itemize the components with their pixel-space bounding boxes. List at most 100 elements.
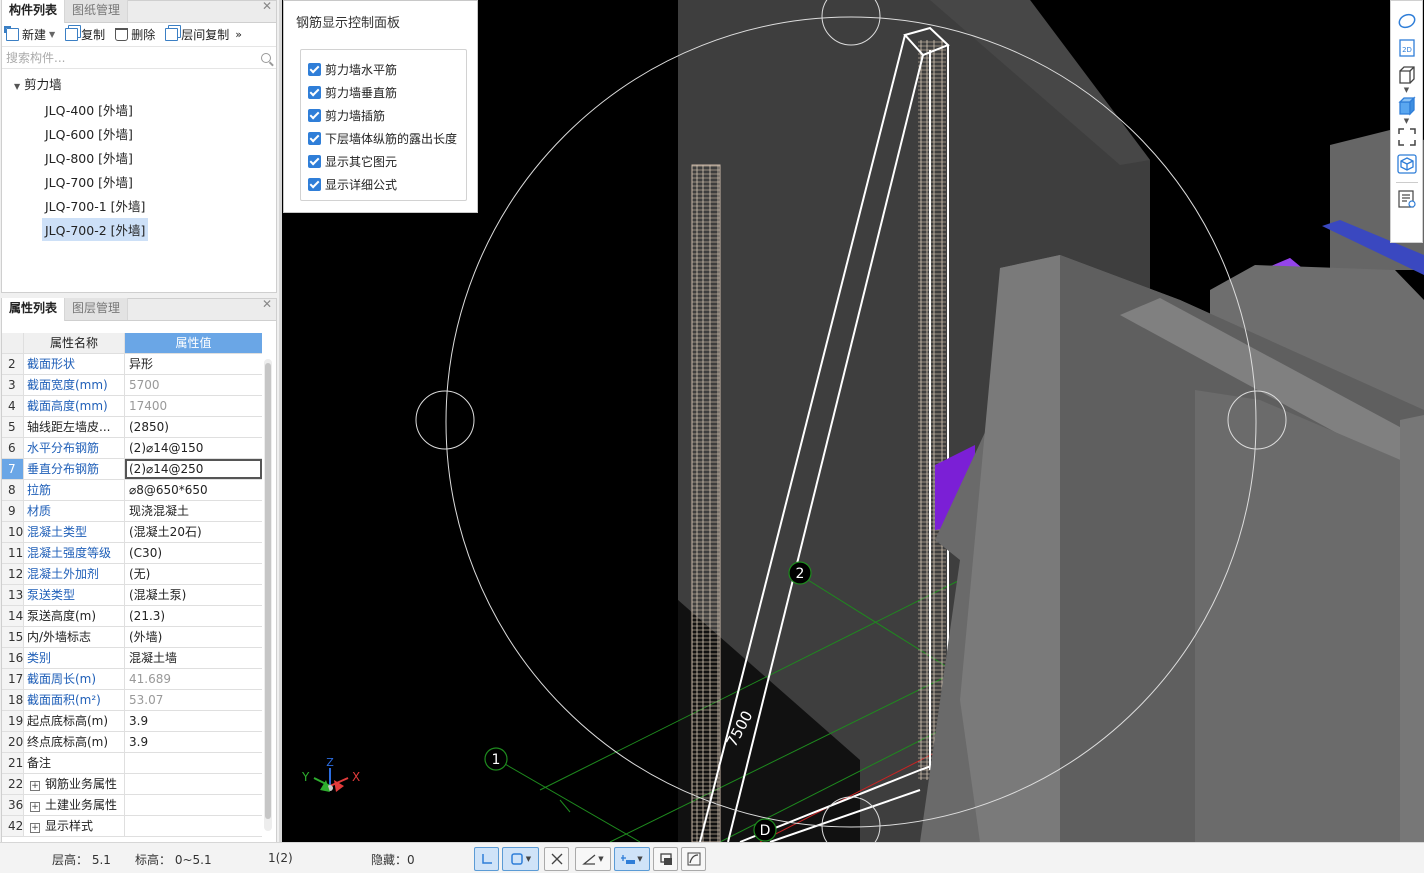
property-value[interactable]: 41.689 [125,669,262,689]
property-row[interactable]: 21 备注 [2,753,262,774]
new-button[interactable]: 新建 ▼ [4,26,55,43]
chevron-down-icon[interactable]: ▼ [1404,117,1409,125]
property-row[interactable]: 7 垂直分布钢筋 (2)⌀14@250 [2,459,262,480]
property-value[interactable]: 3.9 [125,732,262,752]
property-value[interactable]: (2)⌀14@150 [125,438,262,458]
property-value[interactable]: (混凝土泵) [125,585,262,605]
property-row[interactable]: 16 类别 混凝土墙 [2,648,262,669]
orbit-icon[interactable] [1397,11,1417,31]
tab-layer-management[interactable]: 图层管理 [65,298,129,320]
property-group-row[interactable]: 36 + 土建业务属性 [2,795,262,816]
tree-item[interactable]: JLQ-700 [外墙] [2,169,276,193]
tree-item[interactable]: JLQ-700-1 [外墙] [2,193,276,217]
property-group-name[interactable]: + 土建业务属性 [24,795,125,815]
close-icon[interactable]: ✕ [262,297,272,311]
checkbox-checked-icon[interactable] [308,109,321,122]
copy-button[interactable]: 复制 [65,26,105,43]
3d-box-icon[interactable] [1397,65,1417,85]
display-toggle-button[interactable] [653,847,678,871]
property-value[interactable]: 异形 [125,354,262,374]
property-value[interactable]: (C30) [125,543,262,563]
property-row[interactable]: 15 内/外墙标志 (外墙) [2,627,262,648]
checkbox-checked-icon[interactable] [308,86,321,99]
component-search-input[interactable]: 搜索构件... [2,47,276,69]
property-row[interactable]: 8 拉筋 ⌀8@650*650 [2,480,262,501]
property-row[interactable]: 20 终点底标高(m) 3.9 [2,732,262,753]
ortho-button[interactable] [474,847,499,871]
property-row[interactable]: 19 起点底标高(m) 3.9 [2,711,262,732]
property-row[interactable]: 11 混凝土强度等级 (C30) [2,543,262,564]
more-button[interactable]: » [235,28,242,41]
expand-plus-icon[interactable]: + [30,781,40,791]
property-value[interactable]: 现浇混凝土 [125,501,262,521]
fit-view-icon[interactable] [1397,127,1417,147]
expand-plus-icon[interactable]: + [30,823,40,833]
rebar-option-row[interactable]: 下层墙体纵筋的露出长度 [301,127,466,150]
tree-node-shear-wall[interactable]: ▼ 剪力墙 [2,73,276,97]
property-value[interactable]: 53.07 [125,690,262,710]
property-row[interactable]: 4 截面高度(mm) 17400 [2,396,262,417]
property-row[interactable]: 18 截面面积(m²) 53.07 [2,690,262,711]
property-row[interactable]: 5 轴线距左墙皮... (2850) [2,417,262,438]
property-row[interactable]: 17 截面周长(m) 41.689 [2,669,262,690]
chevron-down-icon[interactable]: ▼ [49,30,55,39]
dimension-input-button[interactable]: ▼ [614,847,650,871]
tab-drawing-management[interactable]: 图纸管理 [65,0,129,22]
property-group-name[interactable]: + 显示样式 [24,816,125,836]
property-scrollbar[interactable] [264,359,272,831]
rebar-option-row[interactable]: 剪力墙垂直筋 [301,81,466,104]
tab-component-list[interactable]: 构件列表 [2,0,66,23]
property-value[interactable]: 5700 [125,375,262,395]
property-value[interactable]: (2)⌀14@250 [125,459,262,479]
tree-item-selected[interactable]: JLQ-700-2 [外墙] [2,217,276,241]
search-icon[interactable] [261,52,271,63]
snap-mode-button[interactable]: ▼ [502,847,539,871]
solid-box-icon[interactable] [1397,96,1417,116]
property-value[interactable]: ⌀8@650*650 [125,480,262,500]
property-row[interactable]: 6 水平分布钢筋 (2)⌀14@150 [2,438,262,459]
property-value[interactable]: (21.3) [125,606,262,626]
property-row[interactable]: 9 材质 现浇混凝土 [2,501,262,522]
tab-property-list[interactable]: 属性列表 [2,298,66,321]
checkbox-checked-icon[interactable] [308,155,321,168]
floor-copy-button[interactable]: 层间复制 [165,26,229,43]
rebar-option-row[interactable]: 剪力墙插筋 [301,104,466,127]
angle-button[interactable]: ▼ [575,847,611,871]
property-row[interactable]: 10 混凝土类型 (混凝土20石) [2,522,262,543]
expand-plus-icon[interactable]: + [30,802,40,812]
2d-view-icon[interactable]: 2D [1397,38,1417,58]
property-view-icon[interactable] [1397,189,1417,209]
chevron-down-icon[interactable]: ▼ [1404,86,1409,94]
property-row[interactable]: 2 截面形状 异形 [2,354,262,375]
curve-button[interactable] [681,847,706,871]
property-value[interactable]: 混凝土墙 [125,648,262,668]
delete-button[interactable]: 删除 [115,26,155,43]
scrollbar-thumb[interactable] [265,363,271,819]
property-value[interactable]: (2850) [125,417,262,437]
tree-item[interactable]: JLQ-800 [外墙] [2,145,276,169]
property-row[interactable]: 3 截面宽度(mm) 5700 [2,375,262,396]
property-group-row[interactable]: 22 + 钢筋业务属性 [2,774,262,795]
checkbox-checked-icon[interactable] [308,63,321,76]
rebar-option-row[interactable]: 显示其它图元 [301,150,466,173]
property-group-row[interactable]: 42 + 显示样式 [2,816,262,837]
property-row[interactable]: 13 泵送类型 (混凝土泵) [2,585,262,606]
property-group-name[interactable]: + 钢筋业务属性 [24,774,125,794]
expand-triangle-icon[interactable]: ▼ [14,82,20,91]
property-value[interactable]: 17400 [125,396,262,416]
checkbox-checked-icon[interactable] [308,178,321,191]
close-icon[interactable]: ✕ [262,0,272,13]
property-row[interactable]: 14 泵送高度(m) (21.3) [2,606,262,627]
property-value[interactable]: (无) [125,564,262,584]
cube-view-icon[interactable] [1396,154,1417,174]
checkbox-checked-icon[interactable] [308,132,321,145]
property-value[interactable]: (外墙) [125,627,262,647]
property-row[interactable]: 12 混凝土外加剂 (无) [2,564,262,585]
rebar-option-row[interactable]: 剪力墙水平筋 [301,58,466,81]
property-value[interactable]: (混凝土20石) [125,522,262,542]
rebar-option-row[interactable]: 显示详细公式 [301,173,466,196]
tree-item[interactable]: JLQ-600 [外墙] [2,121,276,145]
tree-item[interactable]: JLQ-400 [外墙] [2,97,276,121]
property-value[interactable] [125,753,262,773]
property-value[interactable]: 3.9 [125,711,262,731]
